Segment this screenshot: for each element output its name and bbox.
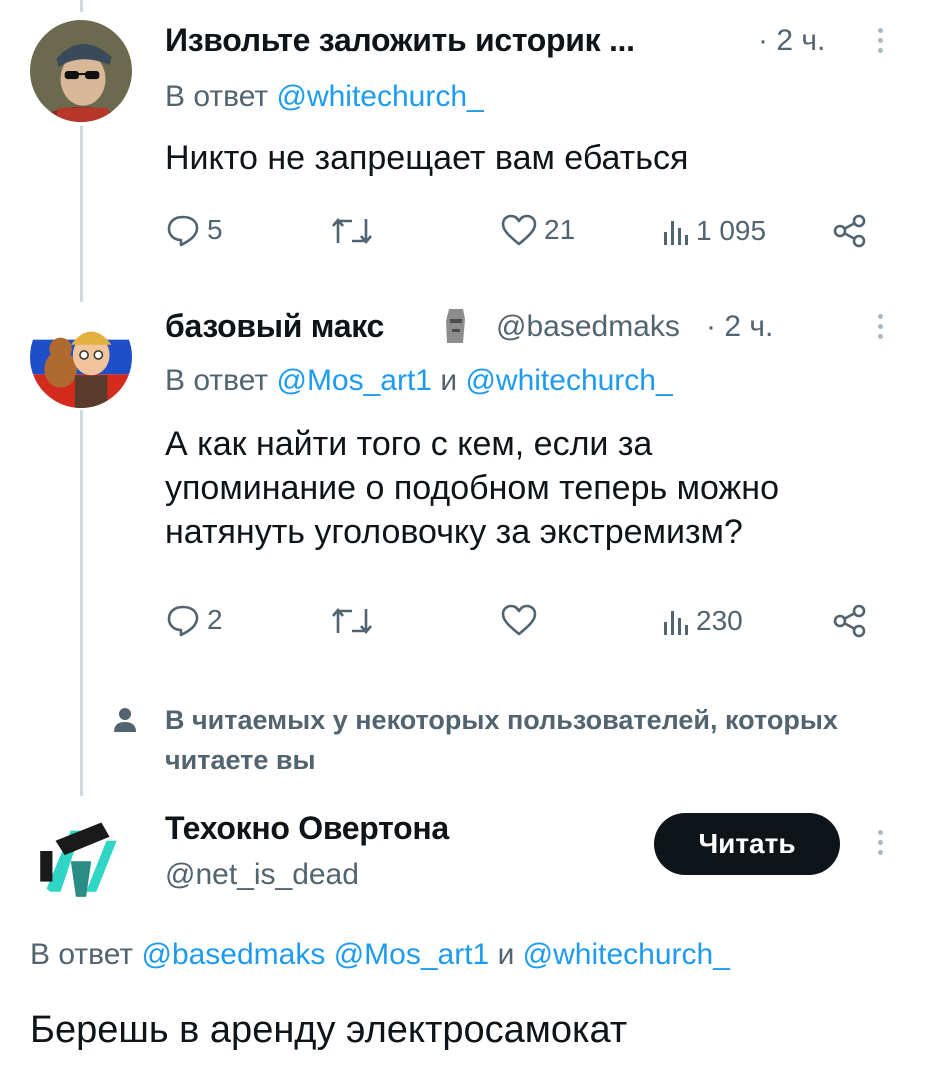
thread-line <box>80 410 83 796</box>
bar-chart-icon <box>664 221 688 245</box>
reply-label: В ответ <box>165 364 269 397</box>
share-button[interactable] <box>832 604 868 638</box>
views-button[interactable]: 230 <box>660 605 743 637</box>
reply-context: В ответ @Mos_art1 и @whitechurch_ <box>165 364 673 398</box>
vertical-ellipsis-icon[interactable] <box>878 830 884 860</box>
heart-icon <box>501 214 537 246</box>
tweet-text: Никто не запрещает вам ебаться <box>165 139 689 177</box>
avatar[interactable] <box>30 800 132 902</box>
tweet-text-line: натянуть уголовочку за экстремизм? <box>165 513 743 551</box>
bar-chart-icon <box>664 611 688 635</box>
like-count: 21 <box>544 214 576 245</box>
thread-line <box>80 126 83 302</box>
like-button[interactable] <box>500 603 544 637</box>
tweet-text-line: А как найти того с кем, если за <box>165 425 653 463</box>
tweet-time[interactable]: · 2 ч. <box>758 24 825 58</box>
share-icon <box>833 214 866 248</box>
reply-button[interactable]: 2 <box>165 603 223 637</box>
reply-button[interactable]: 5 <box>165 213 223 247</box>
follow-button[interactable]: Читать <box>654 813 840 875</box>
reply-count: 2 <box>207 604 223 635</box>
speech-bubble-icon <box>167 215 199 247</box>
reply-context: В ответ @whitechurch_ <box>165 80 484 114</box>
reply-conjunction: и <box>497 938 515 971</box>
mention-link[interactable]: @whitechurch_ <box>276 80 483 113</box>
speech-bubble-icon <box>167 605 199 637</box>
suggested-user-handle[interactable]: @net_is_dead <box>165 858 359 892</box>
mention-link[interactable]: @whitechurch_ <box>523 938 730 971</box>
heart-icon <box>501 604 537 636</box>
reply-count: 5 <box>207 214 223 245</box>
reply-context: В ответ @basedmaks @Mos_art1 и @whitechu… <box>30 938 730 972</box>
reply-conjunction: и <box>440 364 458 397</box>
mention-link[interactable]: @Mos_art1 <box>334 938 490 971</box>
like-button[interactable]: 21 <box>500 213 575 247</box>
share-icon <box>833 604 866 638</box>
retweet-button[interactable] <box>330 605 380 637</box>
avatar[interactable] <box>30 306 132 408</box>
thread-line <box>80 0 83 12</box>
tweet-time[interactable]: · 2 ч. <box>706 310 773 344</box>
author-handle[interactable]: @basedmaks <box>496 310 680 344</box>
retweet-icon <box>332 607 372 635</box>
share-button[interactable] <box>832 214 868 248</box>
mention-link[interactable]: @basedmaks <box>141 938 325 971</box>
tweet-text: А как найти того с кем, если за упоминан… <box>165 422 779 554</box>
tweet-text: Берешь в аренду электросамокат <box>30 1009 628 1051</box>
view-count: 230 <box>696 605 743 636</box>
mention-link[interactable]: @Mos_art1 <box>276 364 432 397</box>
view-count: 1 095 <box>696 215 767 246</box>
vertical-ellipsis-icon[interactable] <box>878 28 884 58</box>
vertical-ellipsis-icon[interactable] <box>878 314 884 344</box>
moai-icon <box>443 307 469 345</box>
person-icon <box>112 706 138 734</box>
retweet-button[interactable] <box>330 215 380 247</box>
mention-link[interactable]: @whitechurch_ <box>465 364 672 397</box>
author-name[interactable]: базовый макс <box>165 308 384 345</box>
retweet-icon <box>332 217 372 245</box>
social-context: В читаемых у некоторых пользователей, ко… <box>165 705 838 775</box>
reply-label: В ответ <box>165 80 269 113</box>
tweet-text-line: упоминание о подобном теперь можно <box>165 469 779 507</box>
author-name[interactable]: Извольте заложить историк ... <box>165 22 635 59</box>
views-button[interactable]: 1 095 <box>660 215 766 247</box>
reply-label: В ответ <box>30 938 134 971</box>
suggested-user-name[interactable]: Техокно Овертона <box>165 810 449 847</box>
avatar[interactable] <box>30 20 132 122</box>
